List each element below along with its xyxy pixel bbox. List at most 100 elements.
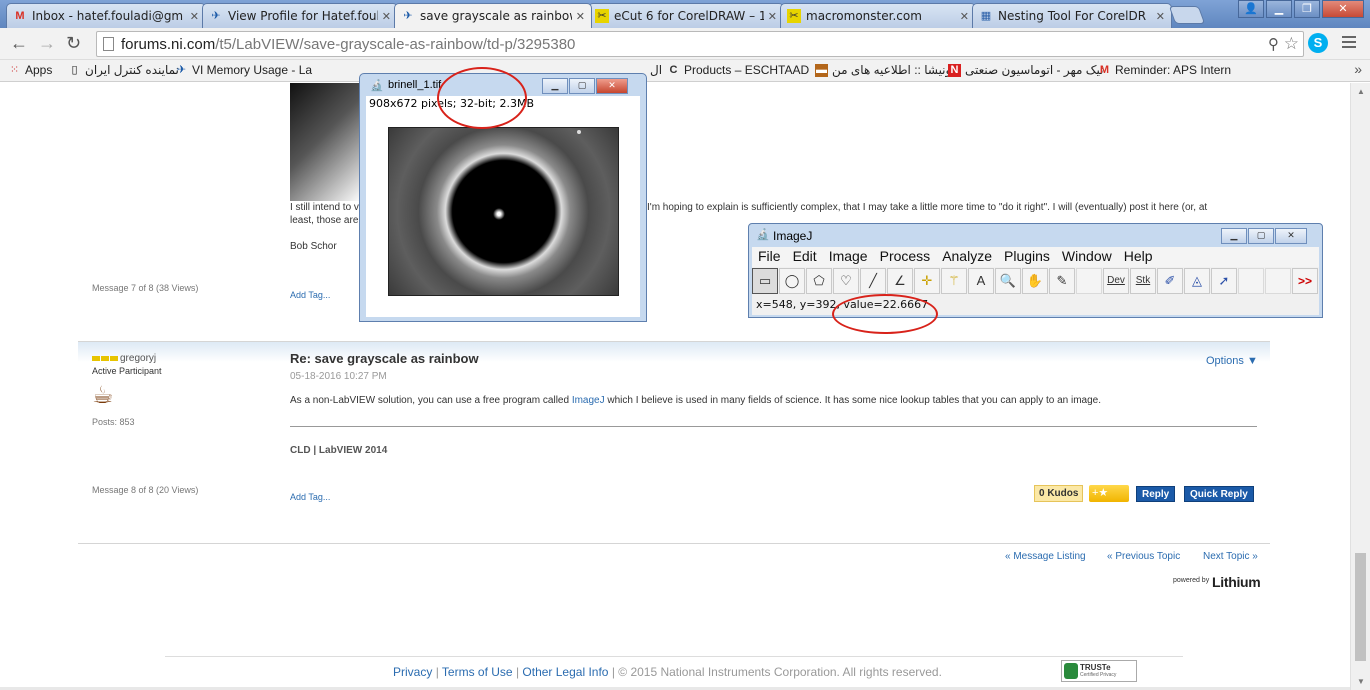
options-menu[interactable]: Options ▼ xyxy=(1206,355,1258,367)
more-tools-icon[interactable]: >> xyxy=(1292,268,1318,294)
bookmark-star-icon[interactable]: ☆ xyxy=(1284,34,1299,54)
arrow-tool-icon[interactable]: ➚ xyxy=(1211,268,1237,294)
kudos-count: 0 Kudos xyxy=(1034,485,1084,502)
chrome-menu-icon[interactable] xyxy=(1342,36,1356,51)
bookmark-vi-memory[interactable]: ✈ VI Memory Usage - La xyxy=(175,63,312,77)
bookmark-aps[interactable]: M Reminder: APS Intern xyxy=(1098,63,1231,77)
address-bar[interactable]: forums.ni.com/t5/LabVIEW/save-grayscale-… xyxy=(96,31,1304,57)
next-topic-link[interactable]: Next Topic » xyxy=(1203,551,1258,562)
url-path: /t5/LabVIEW/save-grayscale-as-rainbow/td… xyxy=(215,36,576,53)
grid-icon: ▦ xyxy=(980,10,992,22)
close-icon[interactable]: ✕ xyxy=(190,10,199,23)
terms-link[interactable]: Terms of Use xyxy=(442,665,513,679)
tab-save-grayscale[interactable]: ✈ save grayscale as rainbow ✕ xyxy=(394,3,592,28)
lithium-logo[interactable]: Lithium xyxy=(1212,574,1261,590)
forward-arrow-icon[interactable]: → xyxy=(38,33,56,54)
previous-topic-link[interactable]: « Previous Topic xyxy=(1107,551,1180,562)
tab-macromonster[interactable]: ✂ macromonster.com ✕ xyxy=(780,3,976,28)
menu-file[interactable]: File xyxy=(752,247,787,267)
freehand-tool-icon[interactable]: ♡ xyxy=(833,268,859,294)
menu-plugins[interactable]: Plugins xyxy=(998,247,1056,267)
close-icon[interactable]: ✕ xyxy=(596,78,628,94)
bookmark-unisha[interactable]: ▬ یونیشا :: اطلاعیه های من xyxy=(815,63,955,77)
post-date: 05-18-2016 10:27 PM xyxy=(290,371,387,382)
oval-tool-icon[interactable]: ◯ xyxy=(779,268,805,294)
angle-tool-icon[interactable]: ∠ xyxy=(887,268,913,294)
c-icon: C xyxy=(669,63,678,76)
rectangle-tool-icon[interactable]: ▭ xyxy=(752,268,778,294)
reload-icon[interactable]: ↻ xyxy=(66,33,81,54)
more-bookmarks-icon[interactable]: » xyxy=(1354,61,1362,77)
back-arrow-icon[interactable]: ← xyxy=(10,33,28,54)
polygon-tool-icon[interactable]: ⬠ xyxy=(806,268,832,294)
close-icon[interactable]: ✕ xyxy=(576,10,585,23)
menu-process[interactable]: Process xyxy=(874,247,937,267)
tab-nesting-tool[interactable]: ▦ Nesting Tool For CorelDR ✕ xyxy=(972,3,1172,28)
skype-icon[interactable]: S xyxy=(1308,33,1328,53)
add-tag-link-8[interactable]: Add Tag... xyxy=(290,492,330,502)
window-close-icon[interactable]: ✕ xyxy=(1322,0,1364,18)
bookmark-apps[interactable]: ⁙ Apps xyxy=(8,63,52,77)
menu-edit[interactable]: Edit xyxy=(787,247,823,267)
give-kudos-star-icon[interactable]: +★ xyxy=(1089,485,1129,502)
scroll-down-icon[interactable]: ▼ xyxy=(1357,677,1365,686)
brush-tool-icon[interactable]: ✐ xyxy=(1157,268,1183,294)
annotation-ellipse-value xyxy=(832,294,938,334)
close-icon[interactable]: ✕ xyxy=(382,10,391,23)
truste-badge[interactable]: TRUSTe Certified Privacy xyxy=(1061,660,1137,682)
url-text[interactable]: forums.ni.com/t5/LabVIEW/save-grayscale-… xyxy=(121,36,575,53)
wand-tool-icon[interactable]: ⚚ xyxy=(941,268,967,294)
imagej-link[interactable]: ImageJ xyxy=(572,395,605,406)
minimize-icon[interactable]: ▁ xyxy=(542,78,568,94)
zoom-tool-icon[interactable]: 🔍 xyxy=(995,268,1021,294)
new-tab-button[interactable] xyxy=(1168,6,1206,24)
legal-link[interactable]: Other Legal Info xyxy=(522,665,608,679)
dropper-tool-icon[interactable]: ✎ xyxy=(1049,268,1075,294)
maximize-icon[interactable]: ▢ xyxy=(569,78,595,94)
point-tool-icon[interactable]: ✛ xyxy=(914,268,940,294)
stk-tool-icon[interactable]: Stk xyxy=(1130,268,1156,294)
scrollbar-thumb[interactable] xyxy=(1355,553,1366,661)
minimize-icon[interactable]: ▁ xyxy=(1221,228,1247,244)
toolbar-spacer xyxy=(1238,268,1264,294)
menu-window[interactable]: Window xyxy=(1056,247,1118,267)
bookmark-nikmehr[interactable]: N نیک مهر - اتوماسیون صنعتی xyxy=(948,63,1103,77)
post-title[interactable]: Re: save grayscale as rainbow xyxy=(290,351,479,366)
tab-inbox[interactable]: M Inbox - hatef.fouladi@gm ✕ xyxy=(6,3,206,28)
close-icon[interactable]: ✕ xyxy=(1156,10,1165,23)
add-tag-link-7[interactable]: Add Tag... xyxy=(290,290,330,300)
zoom-icon[interactable]: ⚲ xyxy=(1268,35,1279,53)
text-tool-icon[interactable]: A xyxy=(968,268,994,294)
hand-tool-icon[interactable]: ✋ xyxy=(1022,268,1048,294)
minimize-icon[interactable]: ▁ xyxy=(1266,0,1292,18)
coffee-cup-avatar-icon[interactable]: ☕ xyxy=(92,381,126,411)
flood-fill-tool-icon[interactable]: ◬ xyxy=(1184,268,1210,294)
dev-tool-icon[interactable]: Dev xyxy=(1103,268,1129,294)
scroll-up-icon[interactable]: ▲ xyxy=(1357,87,1365,96)
restore-icon[interactable]: ❐ xyxy=(1294,0,1320,18)
bookmark-fragment[interactable]: ال xyxy=(650,63,662,77)
maximize-icon[interactable]: ▢ xyxy=(1248,228,1274,244)
menu-analyze[interactable]: Analyze xyxy=(936,247,998,267)
bookmark-eschtaad[interactable]: C Products – ESCHTAAD xyxy=(667,63,810,77)
gmail-icon: M xyxy=(15,10,25,22)
brinell-indentation-image[interactable] xyxy=(388,127,619,296)
privacy-link[interactable]: Privacy xyxy=(393,665,432,679)
quick-reply-button[interactable]: Quick Reply xyxy=(1184,486,1254,502)
bookmark-control-iran[interactable]: ▯ نماینده کنترل ایران xyxy=(68,63,178,77)
author-link[interactable]: gregoryj xyxy=(120,353,156,364)
close-icon[interactable]: ✕ xyxy=(1275,228,1307,244)
vertical-scrollbar[interactable]: ▲ ▼ xyxy=(1350,83,1370,690)
close-icon[interactable]: ✕ xyxy=(768,10,777,23)
post-body-text: As a non-LabVIEW solution, you can use a… xyxy=(290,395,572,406)
close-icon[interactable]: ✕ xyxy=(960,10,969,23)
user-icon[interactable]: 👤 xyxy=(1238,0,1264,18)
menu-help[interactable]: Help xyxy=(1118,247,1159,267)
message-listing-link[interactable]: « Message Listing xyxy=(1005,551,1086,562)
imagej-menubar: File Edit Image Process Analyze Plugins … xyxy=(752,247,1319,267)
tab-ecut[interactable]: ✂ eCut 6 for CorelDRAW – 1 ✕ xyxy=(588,3,784,28)
menu-image[interactable]: Image xyxy=(823,247,874,267)
reply-button[interactable]: Reply xyxy=(1136,486,1176,502)
tab-view-profile[interactable]: ✈ View Profile for Hatef.foul ✕ xyxy=(202,3,398,28)
line-tool-icon[interactable]: ╱ xyxy=(860,268,886,294)
